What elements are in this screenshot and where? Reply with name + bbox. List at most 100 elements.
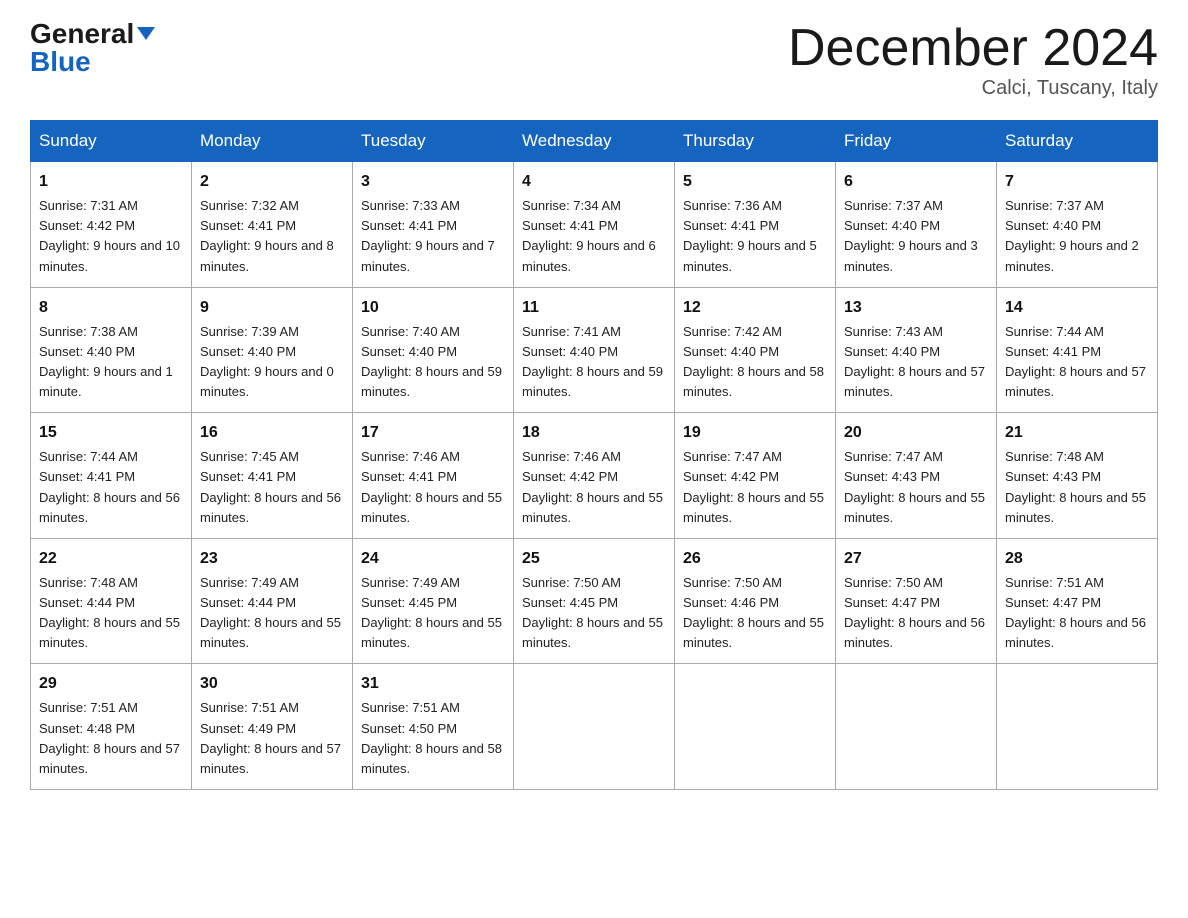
day-number: 26 (683, 547, 827, 571)
day-number: 4 (522, 170, 666, 194)
day-number: 16 (200, 421, 344, 445)
day-cell: 29Sunrise: 7:51 AMSunset: 4:48 PMDayligh… (31, 664, 192, 790)
day-info: Sunrise: 7:51 AMSunset: 4:49 PMDaylight:… (200, 700, 341, 775)
day-info: Sunrise: 7:44 AMSunset: 4:41 PMDaylight:… (1005, 324, 1146, 399)
day-cell: 6 Sunrise: 7:37 AMSunset: 4:40 PMDaylight… (836, 162, 997, 288)
day-info: Sunrise: 7:42 AMSunset: 4:40 PMDaylight:… (683, 324, 824, 399)
day-cell: 30Sunrise: 7:51 AMSunset: 4:49 PMDayligh… (192, 664, 353, 790)
day-info: Sunrise: 7:44 AMSunset: 4:41 PMDaylight:… (39, 449, 180, 524)
day-cell: 4Sunrise: 7:34 AMSunset: 4:41 PMDaylight… (514, 162, 675, 288)
day-cell: 2 Sunrise: 7:32 AMSunset: 4:41 PMDaylight… (192, 162, 353, 288)
day-number: 14 (1005, 296, 1149, 320)
day-number: 21 (1005, 421, 1149, 445)
day-cell: 20 Sunrise: 7:47 AMSunset: 4:43 PMDayligh… (836, 413, 997, 539)
logo-triangle-icon (137, 27, 155, 40)
day-number: 24 (361, 547, 505, 571)
logo-blue-text: Blue (30, 48, 91, 76)
day-number: 18 (522, 421, 666, 445)
day-cell: 10Sunrise: 7:40 AMSunset: 4:40 PMDayligh… (353, 287, 514, 413)
day-cell: 25 Sunrise: 7:50 AMSunset: 4:45 PMDayligh… (514, 538, 675, 664)
day-number: 29 (39, 672, 183, 696)
day-number: 1 (39, 170, 183, 194)
day-cell: 15 Sunrise: 7:44 AMSunset: 4:41 PMDayligh… (31, 413, 192, 539)
day-cell (675, 664, 836, 790)
col-header-saturday: Saturday (997, 121, 1158, 162)
logo: General Blue (30, 20, 155, 76)
day-cell: 28 Sunrise: 7:51 AMSunset: 4:47 PMDayligh… (997, 538, 1158, 664)
day-info: Sunrise: 7:31 AMSunset: 4:42 PMDaylight:… (39, 198, 180, 273)
month-title: December 2024 (788, 20, 1158, 77)
day-number: 12 (683, 296, 827, 320)
day-cell: 13Sunrise: 7:43 AMSunset: 4:40 PMDayligh… (836, 287, 997, 413)
day-cell: 16 Sunrise: 7:45 AMSunset: 4:41 PMDayligh… (192, 413, 353, 539)
day-info: Sunrise: 7:36 AMSunset: 4:41 PMDaylight:… (683, 198, 817, 273)
day-info: Sunrise: 7:47 AMSunset: 4:43 PMDaylight:… (844, 449, 985, 524)
day-number: 11 (522, 296, 666, 320)
col-header-friday: Friday (836, 121, 997, 162)
day-cell: 24 Sunrise: 7:49 AMSunset: 4:45 PMDayligh… (353, 538, 514, 664)
day-info: Sunrise: 7:46 AMSunset: 4:41 PMDaylight:… (361, 449, 502, 524)
day-cell: 26 Sunrise: 7:50 AMSunset: 4:46 PMDayligh… (675, 538, 836, 664)
day-cell (514, 664, 675, 790)
location-subtitle: Calci, Tuscany, Italy (788, 77, 1158, 100)
day-cell: 23 Sunrise: 7:49 AMSunset: 4:44 PMDayligh… (192, 538, 353, 664)
day-cell: 12 Sunrise: 7:42 AMSunset: 4:40 PMDayligh… (675, 287, 836, 413)
day-cell: 27 Sunrise: 7:50 AMSunset: 4:47 PMDayligh… (836, 538, 997, 664)
day-number: 8 (39, 296, 183, 320)
col-header-sunday: Sunday (31, 121, 192, 162)
day-info: Sunrise: 7:32 AMSunset: 4:41 PMDaylight:… (200, 198, 334, 273)
day-info: Sunrise: 7:50 AMSunset: 4:45 PMDaylight:… (522, 575, 663, 650)
day-number: 15 (39, 421, 183, 445)
day-info: Sunrise: 7:51 AMSunset: 4:50 PMDaylight:… (361, 700, 502, 775)
week-row-5: 29Sunrise: 7:51 AMSunset: 4:48 PMDayligh… (31, 664, 1158, 790)
day-info: Sunrise: 7:38 AMSunset: 4:40 PMDaylight:… (39, 324, 173, 399)
day-cell: 19 Sunrise: 7:47 AMSunset: 4:42 PMDayligh… (675, 413, 836, 539)
day-number: 2 (200, 170, 344, 194)
day-info: Sunrise: 7:49 AMSunset: 4:44 PMDaylight:… (200, 575, 341, 650)
day-number: 3 (361, 170, 505, 194)
page-header: General Blue December 2024 Calci, Tuscan… (30, 20, 1158, 100)
day-info: Sunrise: 7:45 AMSunset: 4:41 PMDaylight:… (200, 449, 341, 524)
day-info: Sunrise: 7:46 AMSunset: 4:42 PMDaylight:… (522, 449, 663, 524)
day-number: 27 (844, 547, 988, 571)
col-header-wednesday: Wednesday (514, 121, 675, 162)
day-cell: 1 Sunrise: 7:31 AMSunset: 4:42 PMDaylight… (31, 162, 192, 288)
week-row-4: 22 Sunrise: 7:48 AMSunset: 4:44 PMDayligh… (31, 538, 1158, 664)
day-cell: 8 Sunrise: 7:38 AMSunset: 4:40 PMDaylight… (31, 287, 192, 413)
day-info: Sunrise: 7:47 AMSunset: 4:42 PMDaylight:… (683, 449, 824, 524)
day-info: Sunrise: 7:48 AMSunset: 4:43 PMDaylight:… (1005, 449, 1146, 524)
day-number: 23 (200, 547, 344, 571)
week-row-3: 15 Sunrise: 7:44 AMSunset: 4:41 PMDayligh… (31, 413, 1158, 539)
title-block: December 2024 Calci, Tuscany, Italy (788, 20, 1158, 100)
day-cell: 18 Sunrise: 7:46 AMSunset: 4:42 PMDayligh… (514, 413, 675, 539)
day-cell: 11 Sunrise: 7:41 AMSunset: 4:40 PMDayligh… (514, 287, 675, 413)
calendar-table: SundayMondayTuesdayWednesdayThursdayFrid… (30, 120, 1158, 790)
day-number: 5 (683, 170, 827, 194)
day-number: 6 (844, 170, 988, 194)
day-number: 20 (844, 421, 988, 445)
day-info: Sunrise: 7:37 AMSunset: 4:40 PMDaylight:… (844, 198, 978, 273)
day-cell: 5 Sunrise: 7:36 AMSunset: 4:41 PMDaylight… (675, 162, 836, 288)
day-info: Sunrise: 7:41 AMSunset: 4:40 PMDaylight:… (522, 324, 663, 399)
day-number: 10 (361, 296, 505, 320)
week-row-1: 1 Sunrise: 7:31 AMSunset: 4:42 PMDaylight… (31, 162, 1158, 288)
day-info: Sunrise: 7:48 AMSunset: 4:44 PMDaylight:… (39, 575, 180, 650)
day-cell: 9Sunrise: 7:39 AMSunset: 4:40 PMDaylight… (192, 287, 353, 413)
day-info: Sunrise: 7:43 AMSunset: 4:40 PMDaylight:… (844, 324, 985, 399)
col-header-tuesday: Tuesday (353, 121, 514, 162)
day-info: Sunrise: 7:49 AMSunset: 4:45 PMDaylight:… (361, 575, 502, 650)
week-row-2: 8 Sunrise: 7:38 AMSunset: 4:40 PMDaylight… (31, 287, 1158, 413)
day-cell: 3 Sunrise: 7:33 AMSunset: 4:41 PMDaylight… (353, 162, 514, 288)
day-number: 25 (522, 547, 666, 571)
day-info: Sunrise: 7:33 AMSunset: 4:41 PMDaylight:… (361, 198, 495, 273)
day-cell (997, 664, 1158, 790)
day-number: 31 (361, 672, 505, 696)
day-info: Sunrise: 7:50 AMSunset: 4:46 PMDaylight:… (683, 575, 824, 650)
day-cell (836, 664, 997, 790)
day-info: Sunrise: 7:51 AMSunset: 4:47 PMDaylight:… (1005, 575, 1146, 650)
day-number: 19 (683, 421, 827, 445)
day-number: 28 (1005, 547, 1149, 571)
day-number: 22 (39, 547, 183, 571)
day-info: Sunrise: 7:50 AMSunset: 4:47 PMDaylight:… (844, 575, 985, 650)
day-cell: 21 Sunrise: 7:48 AMSunset: 4:43 PMDayligh… (997, 413, 1158, 539)
